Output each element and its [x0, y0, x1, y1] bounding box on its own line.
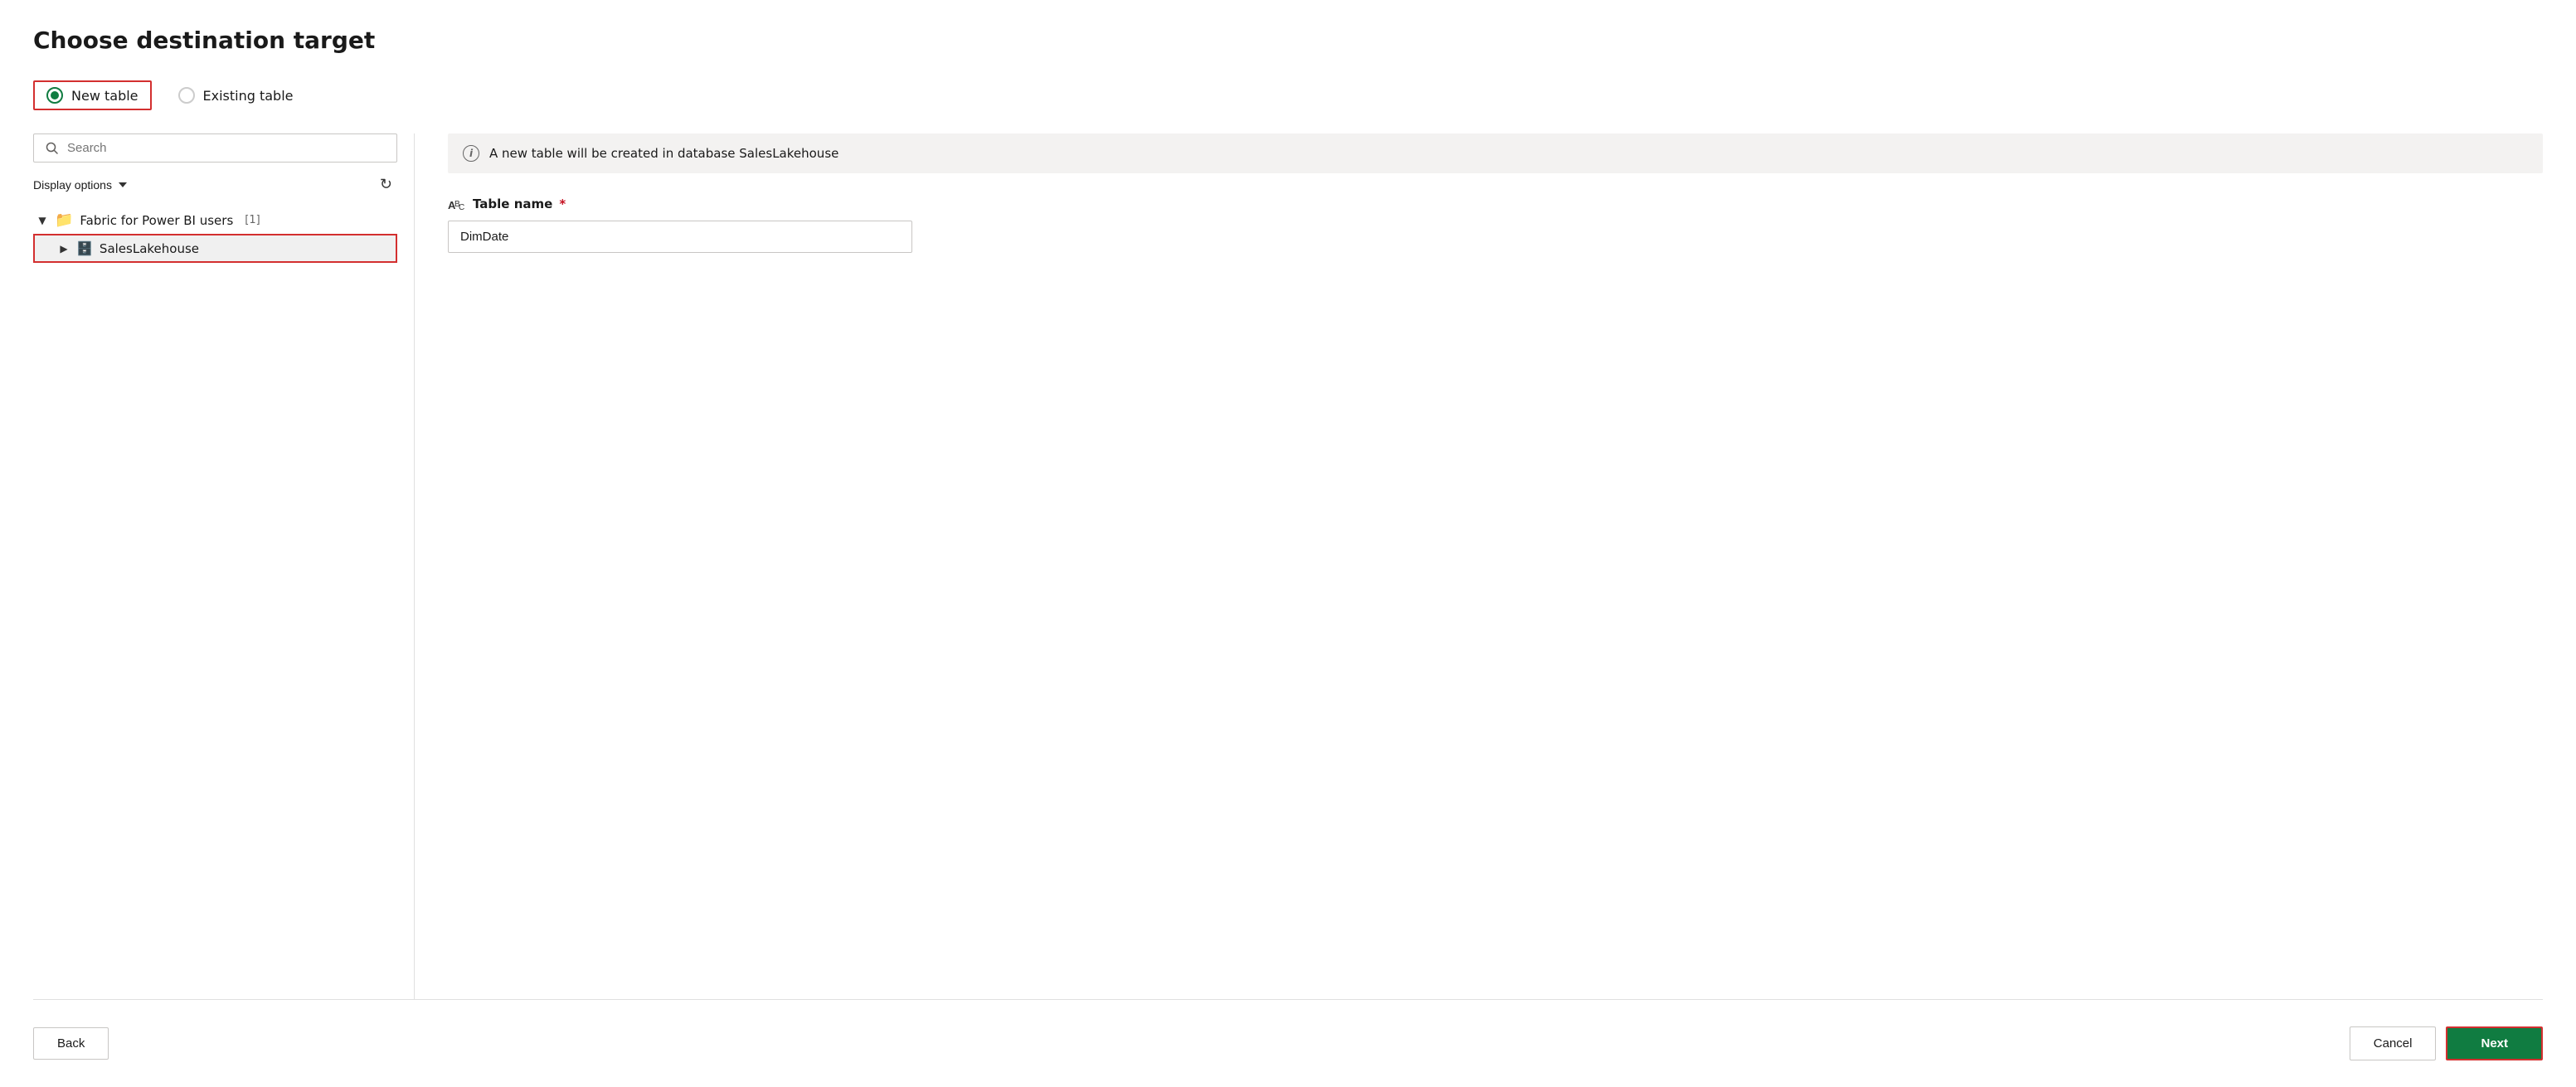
table-name-input[interactable]: [448, 221, 912, 253]
display-options-row: Display options ↻: [33, 174, 397, 195]
workspace-folder-icon: 📁: [55, 211, 73, 229]
radio-new-table-label: New table: [71, 88, 139, 104]
radio-group: New table Existing table: [33, 80, 2543, 110]
info-banner-text: A new table will be created in database …: [489, 146, 838, 161]
right-buttons: Cancel Next: [2350, 1026, 2543, 1060]
info-icon: i: [463, 145, 479, 162]
back-button[interactable]: Back: [33, 1027, 109, 1060]
tree-lakehouse-item[interactable]: ▶ 🗄️ SalesLakehouse: [33, 234, 397, 263]
tree-workspace-item[interactable]: ▼ 📁 Fabric for Power BI users [1]: [33, 206, 397, 234]
workspace-chevron-icon: ▼: [36, 215, 48, 226]
required-star: *: [559, 197, 566, 211]
radio-new-table[interactable]: New table: [33, 80, 152, 110]
radio-circle-new: [46, 87, 63, 104]
svg-text:C: C: [459, 203, 464, 212]
radio-circle-existing: [178, 87, 195, 104]
cancel-button[interactable]: Cancel: [2350, 1026, 2437, 1060]
tree-area: ▼ 📁 Fabric for Power BI users [1] ▶ 🗄️ S…: [33, 206, 397, 999]
page-title: Choose destination target: [33, 27, 2543, 54]
search-input[interactable]: [67, 141, 385, 155]
next-button[interactable]: Next: [2446, 1026, 2543, 1060]
search-icon: [46, 142, 59, 155]
display-options-button[interactable]: Display options: [33, 178, 127, 192]
display-options-label: Display options: [33, 178, 112, 192]
radio-existing-table[interactable]: Existing table: [178, 87, 294, 104]
radio-existing-table-label: Existing table: [203, 88, 294, 104]
info-banner: i A new table will be created in databas…: [448, 133, 2543, 173]
right-panel: i A new table will be created in databas…: [415, 133, 2543, 999]
workspace-badge: [1]: [245, 214, 260, 226]
main-content: Display options ↻ ▼ 📁 Fabric for Power B…: [33, 133, 2543, 999]
table-name-label-text: Table name: [473, 197, 552, 211]
search-box-container: [33, 133, 397, 163]
lakehouse-chevron-icon: ▶: [58, 243, 70, 255]
lakehouse-db-icon: 🗄️: [76, 240, 93, 256]
bottom-bar: Back Cancel Next: [33, 999, 2543, 1060]
abc-icon: A B C: [448, 197, 466, 212]
table-name-section: A B C Table name *: [448, 197, 2543, 253]
refresh-button[interactable]: ↻: [375, 174, 397, 195]
lakehouse-name: SalesLakehouse: [100, 241, 199, 256]
workspace-name: Fabric for Power BI users: [80, 213, 233, 228]
table-name-label-row: A B C Table name *: [448, 197, 2543, 212]
left-panel: Display options ↻ ▼ 📁 Fabric for Power B…: [33, 133, 415, 999]
chevron-down-icon: [119, 182, 127, 187]
refresh-icon: ↻: [380, 176, 392, 192]
